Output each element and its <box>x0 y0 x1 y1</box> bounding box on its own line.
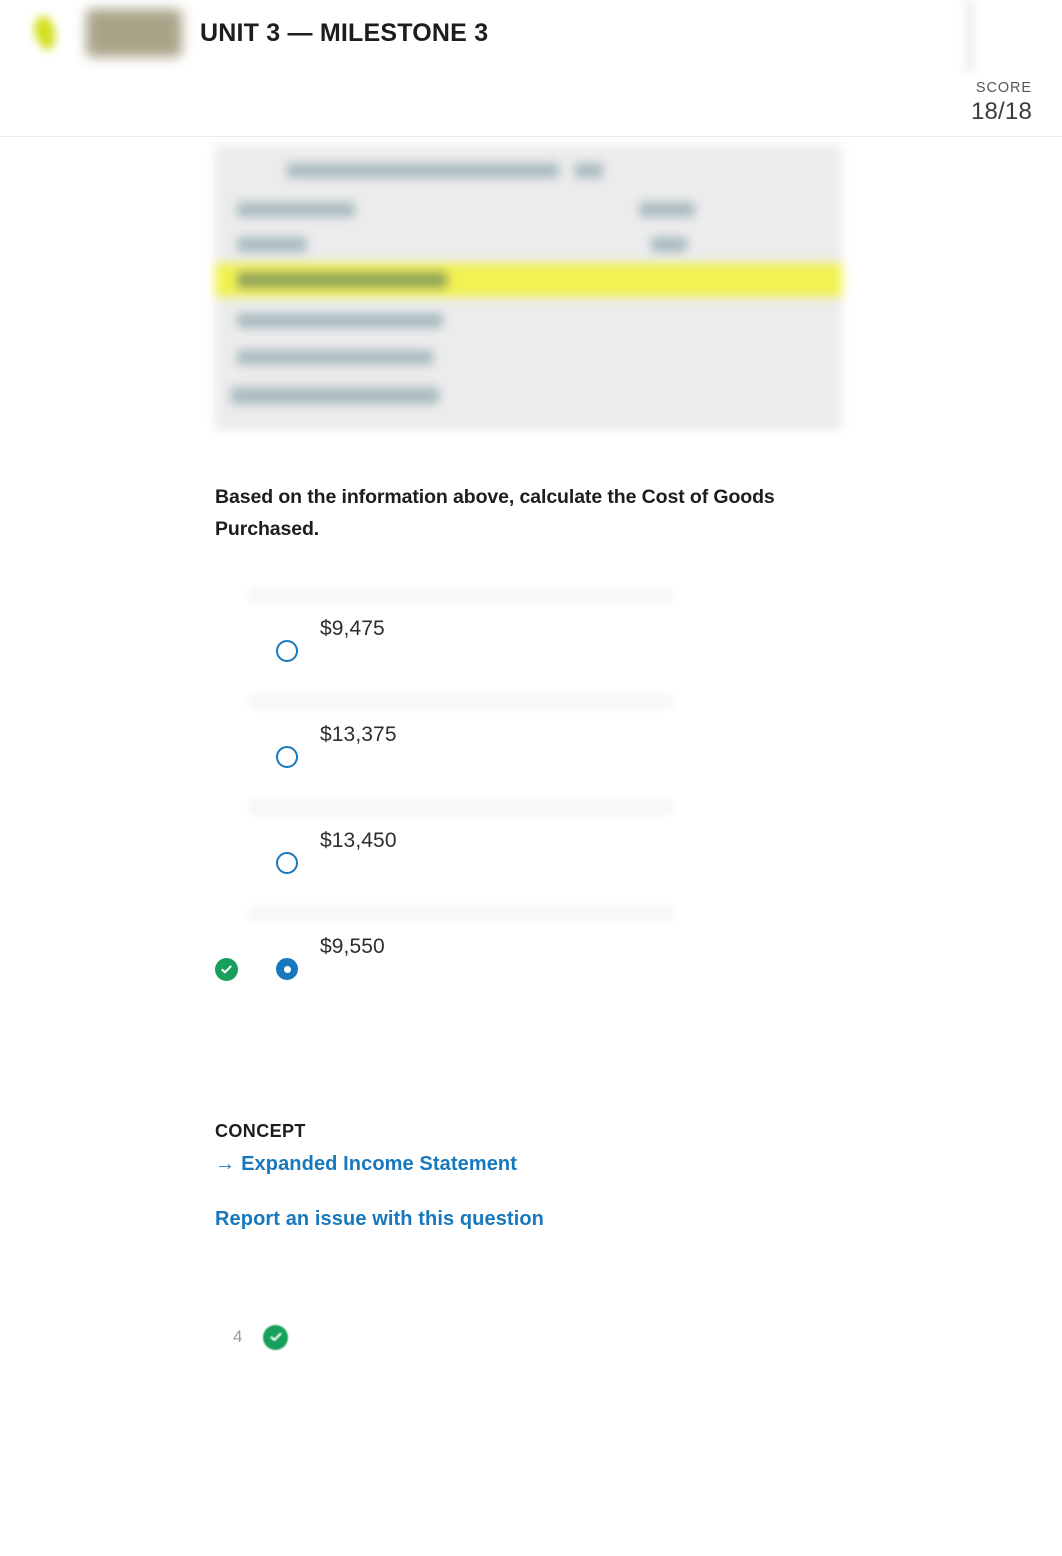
stimulus-row <box>287 163 559 178</box>
answer-radio-1[interactable] <box>276 640 298 662</box>
concept-link[interactable]: → Expanded Income Statement <box>215 1151 835 1177</box>
answer-redaction-strip <box>248 799 674 816</box>
stimulus-row <box>237 350 433 365</box>
brand-wordmark-icon <box>86 9 182 57</box>
question-footer: 4 <box>215 1322 288 1352</box>
answer-redaction-strip <box>248 587 674 604</box>
arrow-right-icon: → <box>215 1153 236 1175</box>
score-value: 18/18 <box>970 98 1032 125</box>
milestone-question-page: UNIT 3 — MILESTONE 3 SCORE 18/18 Based o… <box>0 0 1062 1556</box>
concept-link-label: Expanded Income Statement <box>241 1153 518 1175</box>
leaf-logo-icon <box>26 8 62 58</box>
question-number: 4 <box>233 1327 243 1346</box>
report-issue-link[interactable]: Report an issue with this question <box>215 1206 835 1232</box>
answer-radio-4[interactable] <box>276 958 298 980</box>
answer-label: $9,550 <box>320 935 385 958</box>
stimulus-value <box>651 237 687 252</box>
check-circle-icon <box>215 958 238 981</box>
stimulus-highlight-label <box>237 272 447 288</box>
page-title: UNIT 3 — MILESTONE 3 <box>200 18 489 47</box>
stimulus-value <box>639 202 695 217</box>
answer-option-2[interactable]: $13,375 <box>0 693 1062 799</box>
answer-label: $13,450 <box>320 829 397 852</box>
answer-option-3[interactable]: $13,450 <box>0 799 1062 905</box>
page-header: UNIT 3 — MILESTONE 3 SCORE 18/18 <box>0 0 1062 137</box>
header-blur-artifact <box>963 0 977 73</box>
answer-redaction-strip <box>248 905 674 922</box>
brand-row: UNIT 3 — MILESTONE 3 <box>26 6 488 60</box>
answer-options-list: $9,475 $13,375 $13,450 $9,550 <box>0 587 1062 1011</box>
answer-label: $9,475 <box>320 617 385 640</box>
concept-block: CONCEPT → Expanded Income Statement Repor… <box>215 1119 835 1232</box>
check-circle-icon <box>263 1324 288 1350</box>
stimulus-row <box>237 237 307 252</box>
answer-radio-3[interactable] <box>276 852 298 874</box>
score-label: SCORE <box>975 80 1032 96</box>
question-prompt: Based on the information above, calculat… <box>215 486 775 540</box>
answer-redaction-strip <box>248 693 674 710</box>
concept-heading: CONCEPT <box>215 1121 306 1141</box>
score-display: SCORE 18/18 <box>971 80 1032 126</box>
answer-option-1[interactable]: $9,475 <box>0 587 1062 693</box>
answer-option-4[interactable]: $9,550 <box>0 905 1062 1011</box>
stimulus-row <box>237 313 443 328</box>
stimulus-total-row <box>231 387 439 404</box>
answer-label: $13,375 <box>320 723 397 746</box>
answer-radio-2[interactable] <box>276 746 298 768</box>
stimulus-table-image <box>215 145 842 430</box>
stimulus-row <box>575 163 603 178</box>
stimulus-row <box>237 202 355 217</box>
